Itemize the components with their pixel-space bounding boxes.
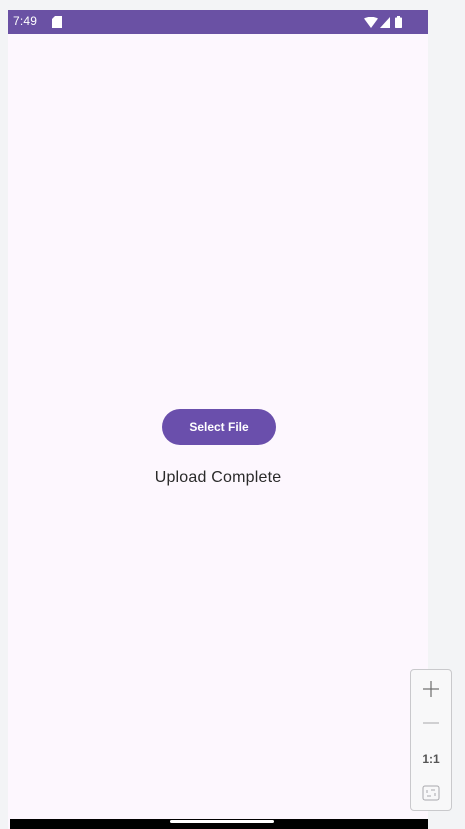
home-gesture-handle[interactable] bbox=[170, 820, 274, 823]
minus-icon bbox=[423, 722, 439, 724]
select-file-button[interactable]: Select File bbox=[162, 409, 276, 445]
signal-icon bbox=[380, 16, 390, 28]
zoom-out-button[interactable] bbox=[411, 708, 451, 738]
fit-screen-icon bbox=[422, 785, 440, 801]
device-screen: 7:49 Select File Upload Complete bbox=[8, 10, 428, 829]
zoom-in-button[interactable] bbox=[411, 672, 451, 706]
status-icons bbox=[364, 15, 402, 29]
plus-icon bbox=[423, 681, 439, 697]
upload-status-text: Upload Complete bbox=[154, 469, 282, 486]
sd-card-icon bbox=[52, 15, 62, 28]
actual-size-button[interactable]: 1:1 bbox=[411, 744, 451, 774]
wifi-icon bbox=[364, 16, 378, 28]
emulator-zoom-controls: 1:1 bbox=[410, 669, 452, 811]
status-bar: 7:49 bbox=[8, 10, 428, 34]
battery-icon bbox=[395, 16, 402, 28]
status-time: 7:49 bbox=[13, 14, 38, 28]
navigation-bar bbox=[10, 819, 428, 829]
fit-screen-button[interactable] bbox=[411, 778, 451, 808]
